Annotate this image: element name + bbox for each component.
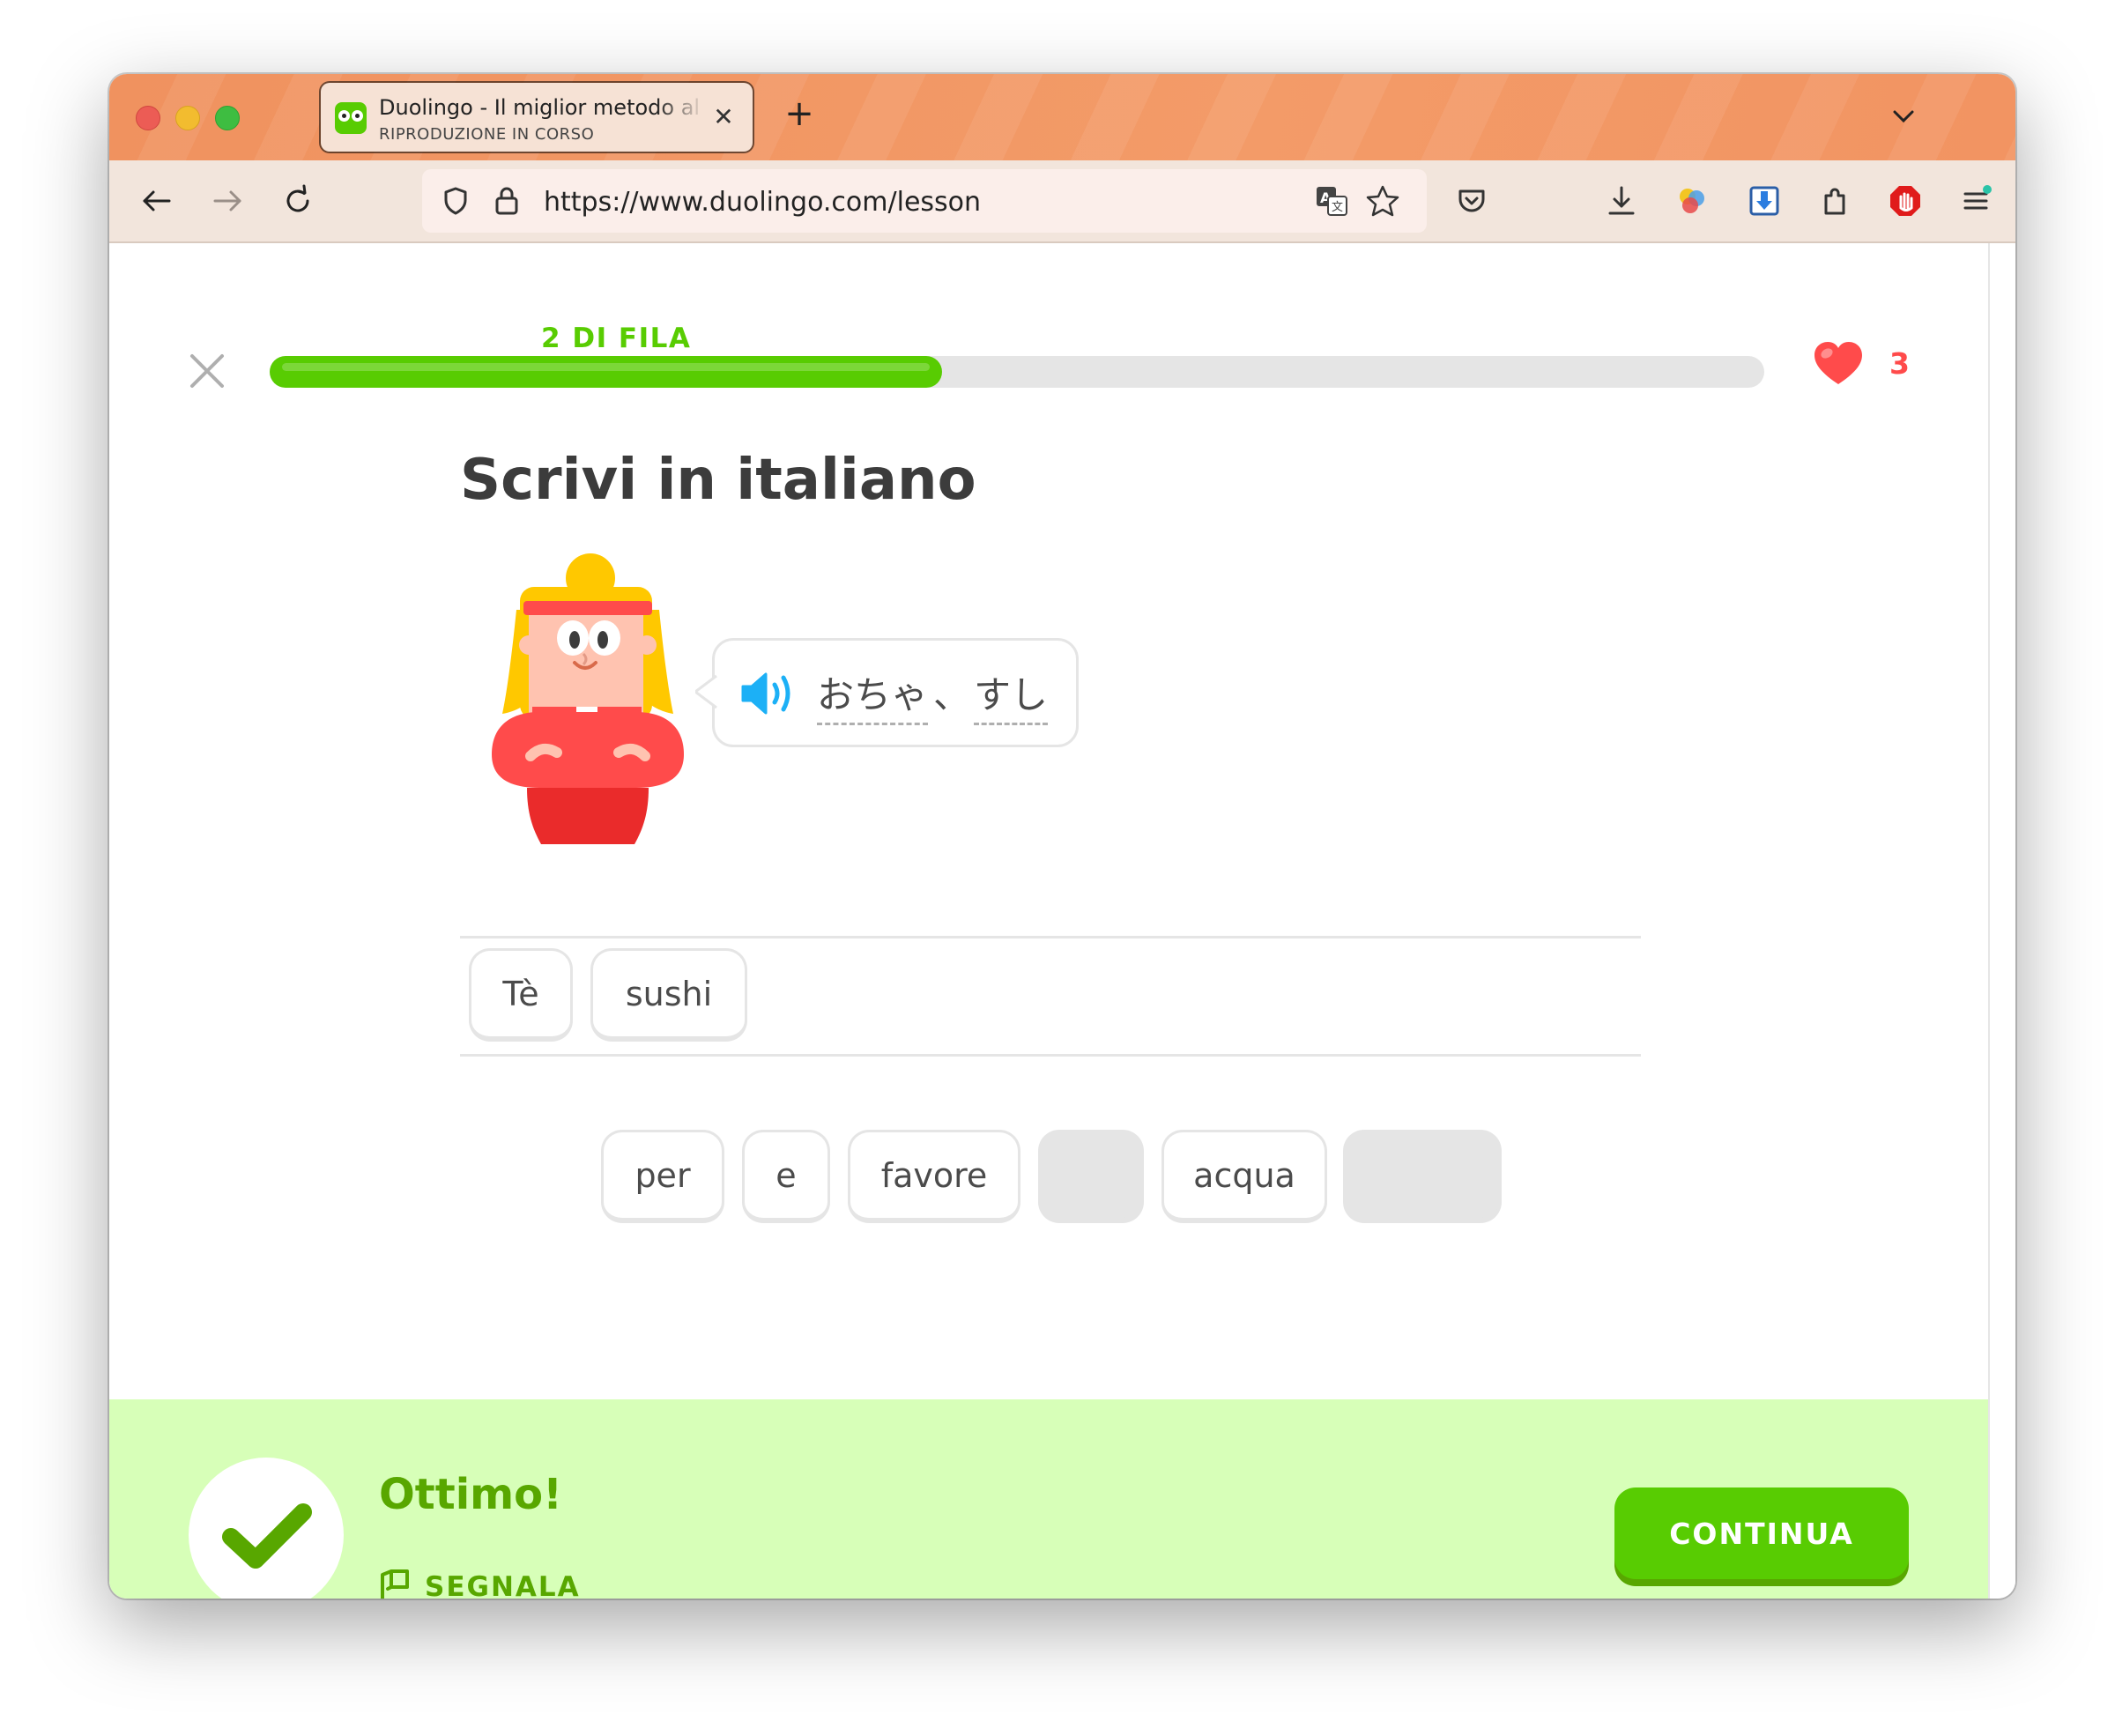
- speech-bubble: おちゃ 、 すし: [695, 638, 1079, 747]
- prompt-punctuation: 、: [933, 673, 971, 716]
- answer-area-bottom-line: [460, 1054, 1641, 1057]
- exercise-instruction: Scrivi in italiano: [460, 448, 976, 513]
- close-window-button[interactable]: [136, 106, 160, 130]
- speaker-icon[interactable]: [739, 669, 801, 718]
- browser-window: Duolingo - Il miglior metodo al mondo pe…: [109, 74, 2015, 1599]
- word-bank-tile[interactable]: e: [742, 1130, 830, 1223]
- reload-icon[interactable]: [277, 180, 319, 222]
- new-tab-button[interactable]: +: [779, 93, 820, 134]
- report-button[interactable]: SEGNALA: [379, 1567, 581, 1599]
- word-bank-empty-slot: [1038, 1130, 1144, 1223]
- tab-playing-status: RIPRODUZIONE IN CORSO: [379, 125, 595, 144]
- bookmark-star-icon[interactable]: [1363, 182, 1402, 220]
- flag-icon: [379, 1568, 411, 1599]
- shield-icon[interactable]: [434, 180, 477, 222]
- lesson-page: 2 DI FILA 3 Scrivi in italiano おちゃ 、 すし …: [109, 243, 1988, 1599]
- back-arrow-icon[interactable]: [136, 180, 178, 222]
- answer-tile[interactable]: Tè: [469, 948, 573, 1042]
- minimize-window-button[interactable]: [175, 106, 200, 130]
- address-bar[interactable]: https://www.duolingo.com/lesson A文: [422, 169, 1427, 233]
- download-manager-extension-icon[interactable]: [1743, 180, 1785, 222]
- checkmark-icon: [189, 1458, 344, 1599]
- word-bank-empty-slot: [1343, 1130, 1502, 1223]
- adblock-extension-icon[interactable]: [1884, 180, 1926, 222]
- browser-tab[interactable]: Duolingo - Il miglior metodo al mondo pe…: [321, 83, 753, 152]
- lesson-progress-bar: [270, 356, 1764, 388]
- heart-icon[interactable]: [1812, 340, 1865, 388]
- tab-list-chevron-icon[interactable]: [1886, 99, 1921, 134]
- word-bank-tile[interactable]: per: [601, 1130, 724, 1223]
- answer-area-top-line: [460, 936, 1641, 938]
- svg-text:文: 文: [1332, 201, 1343, 214]
- translate-icon[interactable]: A文: [1312, 182, 1351, 220]
- hearts-count[interactable]: 3: [1889, 346, 1910, 381]
- extensions-puzzle-icon[interactable]: [1814, 180, 1856, 222]
- navigation-bar: https://www.duolingo.com/lesson A文: [109, 160, 2015, 243]
- tab-close-icon[interactable]: ✕: [709, 102, 738, 132]
- favicon-eye-left: [338, 110, 350, 122]
- forward-arrow-icon[interactable]: [206, 180, 249, 222]
- lock-icon[interactable]: [489, 180, 524, 222]
- speech-bubble-tail: [695, 674, 717, 709]
- color-extension-icon[interactable]: [1671, 180, 1713, 222]
- feedback-panel: Ottimo! SEGNALA CONTINUA: [109, 1399, 1988, 1599]
- feedback-title: Ottimo!: [379, 1470, 563, 1519]
- pocket-icon[interactable]: [1451, 180, 1493, 222]
- answer-tile[interactable]: sushi: [590, 948, 747, 1042]
- prompt-word[interactable]: すし: [974, 665, 1049, 725]
- continue-button[interactable]: CONTINUA: [1614, 1487, 1909, 1579]
- duolingo-icon: [335, 102, 367, 134]
- zoom-window-button[interactable]: [215, 106, 240, 130]
- close-lesson-icon[interactable]: [185, 349, 229, 393]
- title-bar: Duolingo - Il miglior metodo al mondo pe…: [109, 74, 2015, 160]
- word-bank-tile[interactable]: favore: [848, 1130, 1020, 1223]
- page-scrollbar[interactable]: [1988, 243, 2015, 1599]
- word-bank-tile[interactable]: acqua: [1161, 1130, 1327, 1223]
- download-icon[interactable]: [1600, 180, 1643, 222]
- progress-fill: [270, 356, 943, 388]
- character-illustration: [486, 548, 707, 844]
- favicon-eye-right: [352, 110, 363, 122]
- menu-icon[interactable]: [1955, 180, 1997, 222]
- streak-label: 2 DI FILA: [541, 323, 692, 354]
- report-label: SEGNALA: [425, 1571, 581, 1599]
- url-text[interactable]: https://www.duolingo.com/lesson: [544, 187, 981, 218]
- tab-title: Duolingo - Il miglior metodo al mondo pe…: [379, 95, 705, 120]
- prompt-word[interactable]: おちゃ: [817, 665, 929, 725]
